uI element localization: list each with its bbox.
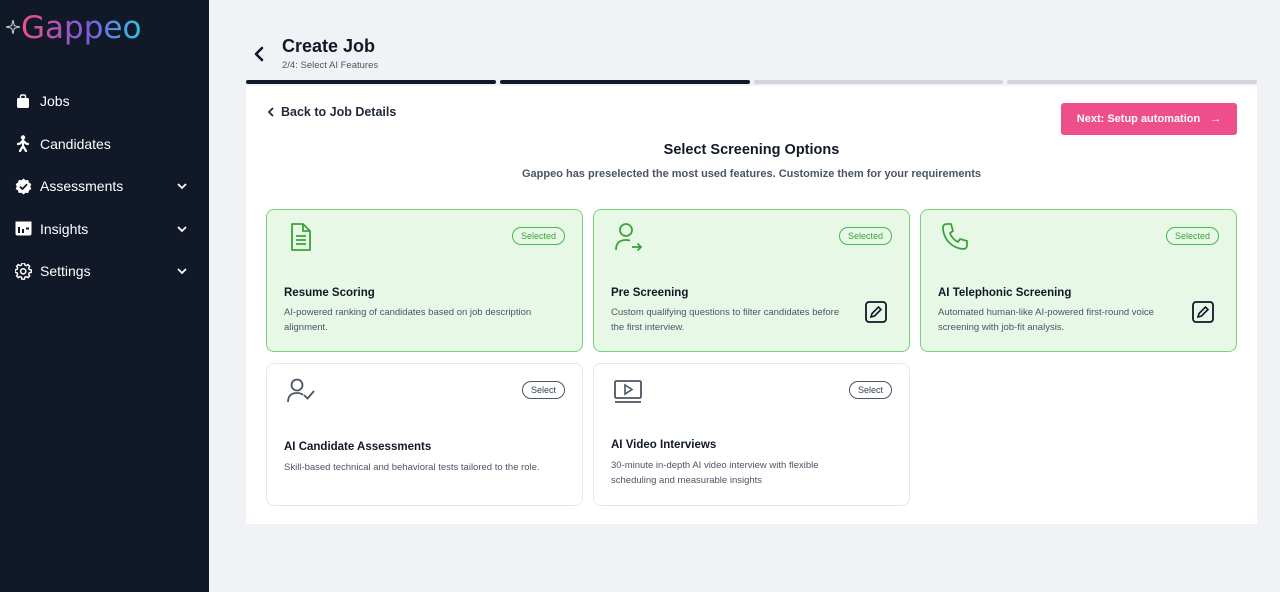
status-badge[interactable]: Select (521, 381, 565, 399)
page-title: Create Job (282, 36, 376, 56)
step-3-bar (753, 80, 1004, 84)
sidebar-item-assessments[interactable]: Assessments (0, 165, 209, 208)
card-title: AI Video Interviews (611, 439, 717, 451)
status-badge[interactable]: Selected (838, 227, 892, 245)
card-title: AI Telephonic Screening (938, 287, 1072, 299)
document-icon (291, 223, 311, 251)
screening-options-panel: Back to Job Details Next: Setup automati… (246, 86, 1257, 524)
card-description: Automated human-like AI-powered first-ro… (938, 307, 1154, 333)
edit-icon[interactable] (865, 301, 887, 323)
step-2-bar (499, 80, 750, 84)
logo-wordmark: Gappeo (21, 10, 141, 46)
sidebar-item-jobs[interactable]: Jobs (0, 80, 209, 123)
card-description: AI-powered ranking of candidates based o… (284, 307, 532, 333)
sidebar-item-label: Candidates (40, 135, 111, 152)
back-link-label: Back to Job Details (281, 105, 397, 119)
status-badge[interactable]: Selected (1165, 227, 1219, 245)
person-walking-icon (14, 135, 32, 153)
status-badge[interactable]: Select (848, 381, 892, 399)
option-card-ai-video-interviews[interactable]: Select AI Video Interviews 30-minute in-… (593, 363, 910, 506)
sidebar-item-label: Assessments (40, 178, 124, 195)
chevron-down-icon[interactable] (175, 222, 189, 236)
option-card-ai-telephonic-screening[interactable]: Selected AI Telephonic Screening Automat… (920, 209, 1237, 352)
gear-icon (14, 262, 32, 280)
card-description: Skill-based technical and behavioral tes… (284, 462, 540, 473)
card-title: Resume Scoring (284, 287, 375, 299)
card-title: AI Candidate Assessments (284, 441, 432, 453)
step-4-bar (1007, 80, 1257, 84)
sidebar-item-insights[interactable]: Insights (0, 208, 209, 251)
sidebar-item-candidates[interactable]: Candidates (0, 123, 209, 166)
edit-icon[interactable] (1192, 301, 1214, 323)
logo-text: Gappeo (21, 10, 141, 46)
next-setup-automation-button[interactable]: Next: Setup automation → (1061, 103, 1237, 135)
back-to-job-details-link[interactable]: Back to Job Details (266, 105, 396, 119)
option-card-pre-screening[interactable]: Selected Pre Screening Custom qualifying… (593, 209, 910, 352)
option-card-resume-scoring[interactable]: Selected Resume Scoring AI-powered ranki… (266, 209, 583, 352)
user-forward-icon (615, 223, 643, 252)
briefcase-icon (14, 92, 32, 110)
chevron-down-icon[interactable] (175, 264, 189, 278)
card-title: Pre Screening (611, 287, 689, 299)
arrow-right-icon: → (1210, 113, 1222, 125)
user-check-icon (287, 378, 315, 403)
next-button-label: Next: Setup automation (1076, 113, 1201, 125)
sidebar-nav: Jobs Candidates Assessments Insights Set… (0, 80, 209, 293)
step-progress (246, 80, 1257, 84)
card-description: Custom qualifying questions to filter ca… (611, 307, 840, 333)
badge-check-icon (14, 177, 32, 195)
chevron-down-icon[interactable] (175, 179, 189, 193)
sparkle-icon (6, 20, 20, 34)
phone-icon (942, 223, 968, 250)
sidebar: Gappeo Jobs Candidates Assessments Insig… (0, 0, 209, 592)
status-badge[interactable]: Selected (511, 227, 565, 245)
section-subtitle: Gappeo has preselected the most used fea… (521, 168, 982, 180)
logo[interactable]: Gappeo (6, 10, 171, 50)
step-indicator: 2/4: Select AI Features (282, 60, 379, 71)
section-title: Select Screening Options (663, 142, 840, 158)
sidebar-item-label: Insights (40, 220, 89, 237)
dashboard-icon (14, 220, 32, 238)
step-1-bar (246, 80, 496, 84)
back-arrow-icon[interactable] (250, 44, 268, 64)
chevron-left-icon (267, 107, 274, 117)
video-icon (614, 380, 642, 403)
sidebar-item-label: Settings (40, 263, 91, 280)
sidebar-item-label: Jobs (40, 93, 70, 110)
sidebar-item-settings[interactable]: Settings (0, 250, 209, 293)
card-description: 30-minute in-depth AI video interview wi… (611, 460, 819, 486)
option-card-ai-candidate-assessments[interactable]: Select AI Candidate Assessments Skill-ba… (266, 363, 583, 506)
